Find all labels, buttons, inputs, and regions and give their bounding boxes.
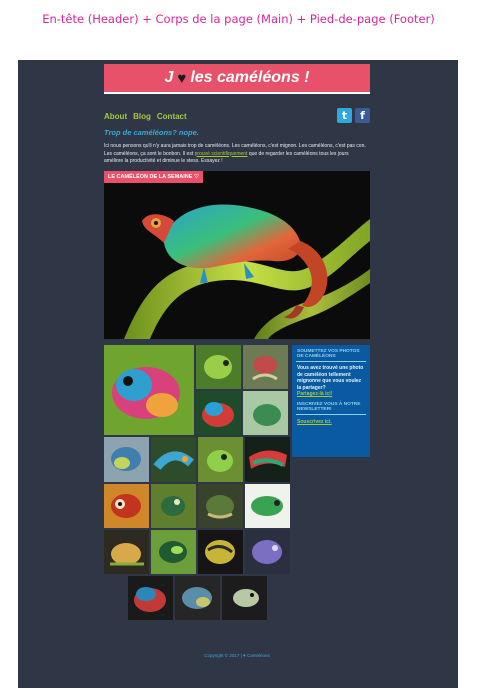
- gallery-photo[interactable]: [104, 345, 194, 435]
- gallery-photo[interactable]: [151, 530, 196, 574]
- gallery-photo[interactable]: [151, 484, 196, 528]
- gallery-photo[interactable]: [198, 484, 243, 528]
- page-frame: J ♥ les caméléons ! About Blog Contact t…: [18, 60, 458, 688]
- gallery-photo[interactable]: [222, 576, 267, 620]
- nav-contact[interactable]: Contact: [157, 112, 187, 121]
- gallery-photo[interactable]: [243, 391, 288, 435]
- gallery-photo[interactable]: [128, 576, 173, 620]
- page-content: J ♥ les caméléons ! About Blog Contact t…: [104, 60, 370, 688]
- submit-heading: SOUMETTEZ VOS PHOTOS DE CAMÉLÉONS: [297, 349, 360, 359]
- nav-about[interactable]: About: [104, 112, 127, 121]
- gallery-photo[interactable]: [196, 345, 241, 389]
- gallery-photo[interactable]: [198, 437, 243, 482]
- week-label: LE CAMÉLÉON DE LA SEMAINE ♡: [104, 171, 203, 183]
- gallery-photo[interactable]: [245, 484, 290, 528]
- chameleon-of-the-week: LE CAMÉLÉON DE LA SEMAINE ♡: [104, 171, 370, 339]
- newsletter-link[interactable]: Souscrivez ici.: [292, 415, 370, 425]
- heart-icon: ♥: [177, 69, 187, 87]
- newsletter-heading: INSCRIVEZ VOUS À NOTRE NEWSLETTER!: [297, 402, 361, 412]
- gallery-photo[interactable]: [198, 530, 243, 574]
- site-header: J ♥ les caméléons !: [104, 64, 370, 94]
- intro-text: Ici nous pensons qu'il n'y aura jamais t…: [104, 143, 368, 166]
- sidebar: SOUMETTEZ VOS PHOTOS DE CAMÉLÉONS Vous a…: [292, 345, 370, 457]
- nav-blog[interactable]: Blog: [133, 112, 151, 121]
- main-nav: About Blog Contact: [104, 112, 187, 121]
- header-title: les caméléons !: [190, 69, 310, 86]
- gallery-photo[interactable]: [104, 484, 149, 528]
- gallery-photo[interactable]: [104, 530, 149, 574]
- gallery-photo[interactable]: [245, 530, 290, 574]
- footer-text: Copyright © 2017 | ♥ Caméléons: [204, 653, 270, 658]
- facebook-icon[interactable]: f: [355, 108, 370, 123]
- submit-text: Vous avez trouvé une photo de caméléon t…: [297, 365, 364, 391]
- social-links: t f: [337, 108, 370, 123]
- site-footer: Copyright © 2017 | ♥ Caméléons: [104, 653, 370, 658]
- twitter-icon[interactable]: t: [337, 108, 352, 123]
- gallery-photo[interactable]: [243, 345, 288, 389]
- gallery-photo[interactable]: [245, 437, 290, 482]
- header-letter: J: [164, 69, 174, 86]
- gallery-photo[interactable]: [175, 576, 220, 620]
- page-caption: En-tête (Header) + Corps de la page (Mai…: [42, 12, 435, 26]
- tagline: Trop de caméléons? nope.: [104, 128, 199, 137]
- chameleon-photo: [104, 171, 370, 339]
- gallery-photo[interactable]: [104, 437, 149, 482]
- gallery-photo[interactable]: [151, 437, 196, 482]
- gallery-photo[interactable]: [196, 391, 241, 435]
- science-link[interactable]: prouvé scientifiquement: [195, 151, 248, 157]
